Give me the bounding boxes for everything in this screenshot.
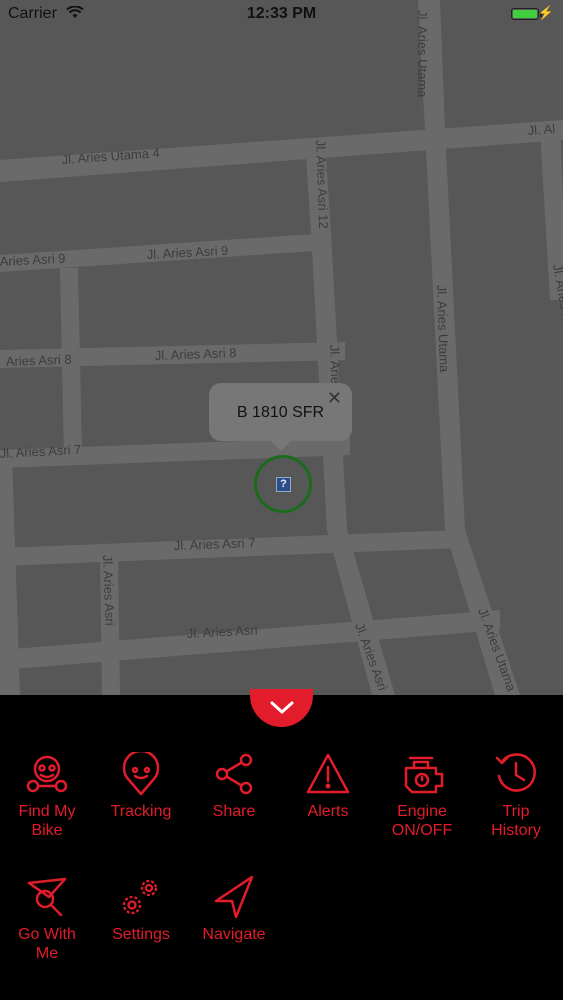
find-my-bike-label-1: Find My	[18, 803, 76, 820]
engine-icon	[404, 756, 444, 794]
navigate-button[interactable]: Navigate	[187, 875, 281, 944]
engine-on-off-button[interactable]: Engine ON/OFF	[375, 752, 469, 840]
road-label: Jl. Aries Asri	[100, 555, 117, 626]
road-label: Jl. Aries Utama	[434, 285, 452, 374]
find-my-bike-label-2: Bike	[31, 822, 63, 839]
location-pin-icon	[122, 752, 160, 796]
find-my-bike-button[interactable]: Find My Bike	[0, 752, 94, 840]
map-roads: Jl. Aries Utama 4 Jl. Aries Utama Jl. Al…	[0, 0, 563, 695]
navigate-arrow-icon	[214, 875, 254, 919]
trip-history-label-1: Trip	[502, 803, 530, 820]
road-label: Jl. Al	[527, 121, 556, 138]
road-label: Jl. Aries Asri 7	[174, 535, 256, 553]
share-button[interactable]: Share	[187, 752, 281, 821]
go-with-me-button[interactable]: Go With Me	[0, 875, 94, 963]
gears-icon	[122, 879, 158, 915]
share-icon	[215, 753, 253, 795]
charging-icon: ⚡	[537, 5, 554, 20]
status-bar: Carrier 12:33 PM ⚡	[0, 0, 563, 30]
map-view[interactable]: Jl. Aries Utama 4 Jl. Aries Utama Jl. Al…	[0, 0, 563, 695]
alerts-button[interactable]: Alerts	[281, 752, 375, 821]
navigate-label: Navigate	[202, 926, 266, 943]
tracking-label: Tracking	[110, 803, 172, 820]
vehicle-callout[interactable]: B 1810 SFR ✕	[209, 383, 352, 451]
vehicle-pin-icon: ?	[276, 477, 291, 492]
settings-label: Settings	[112, 926, 170, 943]
engine-label-1: Engine	[397, 803, 447, 820]
go-with-me-icon	[27, 877, 67, 917]
go-with-me-label-2: Me	[35, 945, 59, 962]
vehicle-marker[interactable]: ?	[254, 455, 312, 513]
share-label: Share	[212, 803, 256, 820]
road-label: Aries Asri 8	[6, 352, 72, 369]
clock: 12:33 PM	[246, 5, 317, 22]
tracking-button[interactable]: Tracking	[94, 752, 188, 821]
action-panel: Find My Bike Tracking Share Alerts Engin…	[0, 689, 563, 1000]
close-icon[interactable]: ✕	[327, 389, 342, 407]
engine-label-2: ON/OFF	[391, 822, 453, 839]
bike-face-icon	[26, 755, 68, 793]
road-label: Jl. Aries Asri 12	[313, 140, 331, 229]
history-icon	[495, 753, 536, 792]
alert-triangle-icon	[306, 753, 350, 794]
chevron-down-icon	[270, 701, 294, 714]
settings-button[interactable]: Settings	[94, 875, 188, 944]
go-with-me-label-1: Go With	[18, 926, 76, 943]
collapse-panel-button[interactable]	[250, 689, 313, 727]
trip-history-button[interactable]: Trip History	[469, 752, 563, 840]
trip-history-label-2: History	[491, 822, 541, 839]
road-label: Jl. Aries Asri 9	[146, 243, 228, 262]
road-label: Jl. Aries Asri 8	[155, 345, 237, 363]
battery-icon	[511, 8, 542, 20]
alerts-label: Alerts	[307, 803, 349, 820]
